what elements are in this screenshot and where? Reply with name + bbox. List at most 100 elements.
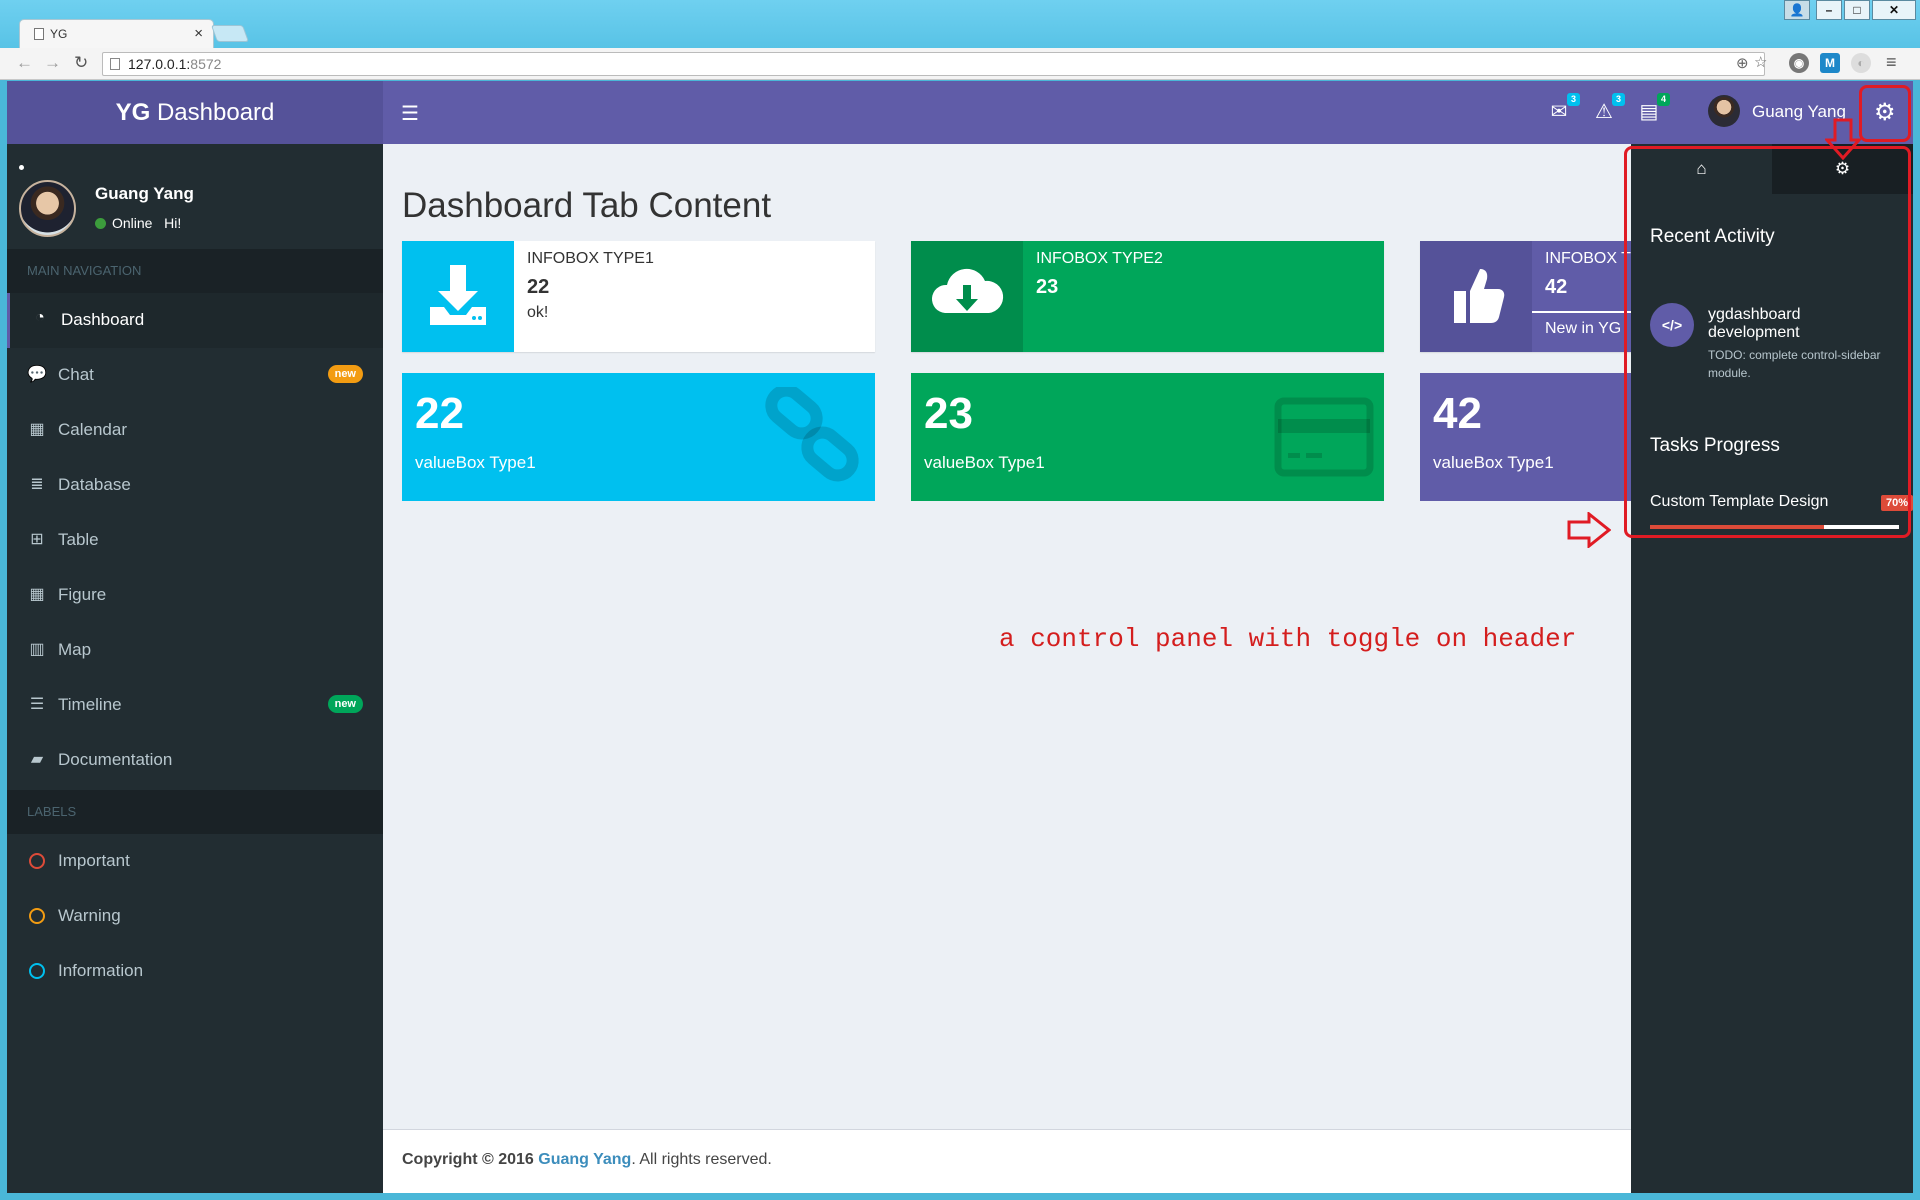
sidebar-item-warning[interactable]: Warning: [7, 889, 383, 944]
sidebar-item-label: Map: [58, 640, 92, 659]
valuebox-number: 42: [1433, 389, 1482, 438]
sidebar-item-label: Timeline: [58, 695, 122, 714]
sidebar-item-label: Documentation: [58, 750, 173, 769]
list-icon: ☰: [29, 696, 45, 713]
browser-toolbar: ← → ↻ 127.0.0.1:8572 ⊕ ☆ ◉ M ◐ ≡: [0, 48, 1920, 80]
infobox-type1: INFOBOX TYPE1 22 ok!: [402, 241, 875, 352]
sidebar-item-information[interactable]: Information: [7, 944, 383, 999]
zoom-icon[interactable]: ⊕: [1736, 54, 1749, 72]
sidebar-item-label: Figure: [58, 585, 107, 604]
messages-icon[interactable]: ✉ 3: [1546, 93, 1580, 124]
globe-extension-icon[interactable]: ◉: [1789, 53, 1809, 73]
annotation-highlight-panel: [1624, 146, 1911, 538]
back-icon[interactable]: ←: [16, 53, 33, 73]
infobox-number: 22: [527, 276, 550, 298]
new-tab-button[interactable]: [210, 25, 250, 42]
new-badge: new: [327, 365, 363, 383]
sidebar-item-important[interactable]: Important: [7, 834, 383, 889]
valuebox-1: 22 valueBox Type1: [402, 373, 875, 501]
infobox-label: INFOBOX TYPE1: [527, 250, 654, 267]
main-navigation-header: MAIN NAVIGATION: [7, 249, 383, 293]
minimize-button[interactable]: –: [1816, 0, 1842, 20]
valuebox-label: valueBox Type1: [1433, 453, 1554, 472]
credit-card-icon: [1274, 397, 1374, 477]
infobox-type2: INFOBOX TYPE2 23: [911, 241, 1384, 352]
avatar: [1708, 95, 1740, 127]
online-dot-icon: [95, 218, 106, 229]
sidebar-item-label: Database: [58, 475, 131, 494]
page-title: Dashboard Tab Content: [402, 186, 772, 225]
page-icon: [110, 58, 120, 70]
star-icon[interactable]: ☆: [1754, 53, 1767, 71]
user-status: Online Hi!: [95, 215, 181, 231]
infobox-subtext: ok!: [527, 304, 549, 321]
sidebar-toggle-icon[interactable]: ☰: [401, 101, 419, 126]
sidebar-item-table[interactable]: ⊞ Table: [7, 513, 383, 568]
down-arrow-icon: [1825, 118, 1861, 160]
sidebar-item-label: Chat: [58, 365, 94, 384]
top-navbar: ☰ ✉ 3 ⚠ 3 ▤ 4 Guang Yang ⚙: [383, 81, 1913, 144]
sidebar-item-dashboard[interactable]: ◔ Dashboard: [7, 293, 383, 348]
infobox-number: 23: [1036, 276, 1059, 298]
reload-icon[interactable]: ↻: [74, 53, 88, 73]
sidebar-item-timeline[interactable]: ☰ Timeline new: [7, 678, 383, 733]
sidebar-item-calendar[interactable]: ▦ Calendar: [7, 403, 383, 458]
profile-icon[interactable]: 👤: [1784, 0, 1810, 20]
link-icon: [765, 387, 859, 482]
notifications-badge: 3: [1612, 93, 1625, 106]
circle-icon: [29, 963, 45, 979]
grid-icon: ▦: [29, 586, 45, 603]
sidebar-item-label: Information: [58, 961, 144, 980]
browser-titlebar: YG × 👤 – □ ✕: [0, 0, 1920, 48]
warning-icon[interactable]: ⚠ 3: [1591, 93, 1625, 124]
sidebar-item-figure[interactable]: ▦ Figure: [7, 568, 383, 623]
url-text: 127.0.0.1:8572: [128, 56, 222, 72]
main-sidebar: Guang Yang Online Hi! MAIN NAVIGATION ◔ …: [7, 144, 383, 1193]
infobox-label: INFOBOX T: [1545, 250, 1631, 267]
close-tab-icon[interactable]: ×: [194, 25, 203, 42]
chat-icon: 💬: [27, 366, 47, 383]
sidebar-item-map[interactable]: ▥ Map: [7, 623, 383, 678]
messages-badge: 3: [1567, 93, 1580, 106]
book-icon: ▰: [30, 751, 44, 768]
cloud-download-icon: [911, 241, 1023, 352]
user-panel: Guang Yang Online Hi!: [7, 144, 383, 249]
infobox-subtext: New in YG: [1545, 320, 1622, 337]
sidebar-item-documentation[interactable]: ▰ Documentation: [7, 733, 383, 788]
browser-tab[interactable]: YG ×: [19, 19, 214, 48]
forward-icon[interactable]: →: [44, 53, 61, 73]
valuebox-label: valueBox Type1: [415, 453, 536, 472]
app-logo[interactable]: YG Dashboard: [7, 81, 383, 144]
circle-icon: [29, 908, 45, 924]
address-bar[interactable]: 127.0.0.1:8572 ⊕ ☆: [102, 52, 1767, 76]
table-icon: ⊞: [30, 531, 44, 548]
calendar-icon: ▦: [29, 421, 45, 438]
bullet-dot: [19, 165, 24, 170]
author-link[interactable]: Guang Yang: [538, 1151, 631, 1168]
extension-m-icon[interactable]: M: [1820, 53, 1840, 73]
footer: Copyright © 2016 Guang Yang. All rights …: [383, 1129, 1631, 1193]
sidebar-item-label: Calendar: [58, 420, 127, 439]
sidebar-item-label: Table: [58, 530, 99, 549]
close-window-button[interactable]: ✕: [1872, 0, 1916, 20]
tasks-icon[interactable]: ▤ 4: [1636, 93, 1670, 124]
sidebar-item-database[interactable]: ≣ Database: [7, 458, 383, 513]
new-badge: new: [327, 695, 363, 713]
valuebox-number: 22: [415, 389, 464, 438]
annotation-text: a control panel with toggle on header: [999, 624, 1577, 654]
dashboard-icon: ◔: [35, 309, 45, 326]
page-icon: [34, 28, 44, 40]
labels-header: LABELS: [7, 790, 383, 834]
infobox-number: 42: [1545, 276, 1568, 298]
extension-icon[interactable]: ◐: [1851, 53, 1871, 73]
right-arrow-icon: [1567, 512, 1611, 548]
tab-title: YG: [50, 27, 68, 41]
valuebox-2: 23 valueBox Type1: [911, 373, 1384, 501]
menu-icon[interactable]: ≡: [1886, 52, 1897, 73]
sidebar-item-chat[interactable]: 💬 Chat new: [7, 348, 383, 403]
maximize-button[interactable]: □: [1844, 0, 1870, 20]
sidebar-item-label: Important: [58, 851, 130, 870]
sidebar-item-label: Warning: [58, 906, 121, 925]
download-icon: [402, 241, 514, 352]
database-icon: ≣: [30, 476, 44, 493]
